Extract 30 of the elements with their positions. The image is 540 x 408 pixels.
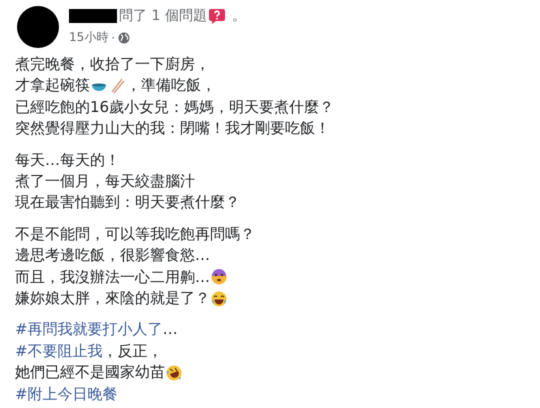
- hashtag-link[interactable]: #不要阻止我: [15, 340, 103, 362]
- post-text: 邊思考邊吃飯，很影響食慾…: [15, 245, 210, 266]
- post-text: 每天…每天的！: [15, 150, 120, 171]
- post-text: 已經吃飽的16歲小女兒：媽媽，明天要煮什麼？: [15, 96, 334, 118]
- avatar[interactable]: [17, 6, 59, 48]
- dizzy-face-emoji-icon: [211, 269, 227, 286]
- redaction-bar: [69, 9, 117, 23]
- laughing-tears-emoji-icon: [211, 290, 227, 307]
- post-text: 煮完晚餐，收拾了一下廚房，: [15, 54, 210, 75]
- hashtag-link[interactable]: #附上今日晚餐: [15, 384, 118, 406]
- post-text: …: [162, 319, 178, 340]
- period-mark: 。: [232, 7, 246, 25]
- post-text: 現在最害怕聽到：明天要煮什麼？: [15, 192, 240, 214]
- post-text: ，準備吃飯，: [126, 75, 216, 96]
- post-text: 嫌妳娘太胖，來陰的就是了？: [15, 288, 210, 310]
- post-text: ，反正，: [102, 340, 163, 362]
- hashtag-link[interactable]: #再問我就要打小人了: [15, 319, 163, 341]
- post-text: 才拿起碗筷: [15, 75, 90, 96]
- question-text: 問了 1 個問題: [119, 7, 207, 25]
- post-text: 煮了一個月，每天絞盡腦汁: [15, 171, 195, 192]
- post-text: 突然覺得壓力山大的我：閉嘴！我才剛要吃飯！: [15, 118, 330, 140]
- post-text: 不是不能問，可以等我吃飽再問嗎？: [15, 224, 255, 245]
- post-text: 她們已經不是國家幼苗: [15, 362, 165, 384]
- timestamp[interactable]: 15小時: [69, 29, 108, 46]
- separator-dot: ·: [111, 30, 116, 44]
- question-bubble-icon: [208, 7, 226, 25]
- globe-icon[interactable]: [118, 32, 130, 44]
- rolling-laughing-emoji-icon: [166, 364, 182, 381]
- post-text: 而且，我沒辦法一心二用齁…: [15, 266, 210, 288]
- chopsticks-emoji-icon: [109, 78, 125, 94]
